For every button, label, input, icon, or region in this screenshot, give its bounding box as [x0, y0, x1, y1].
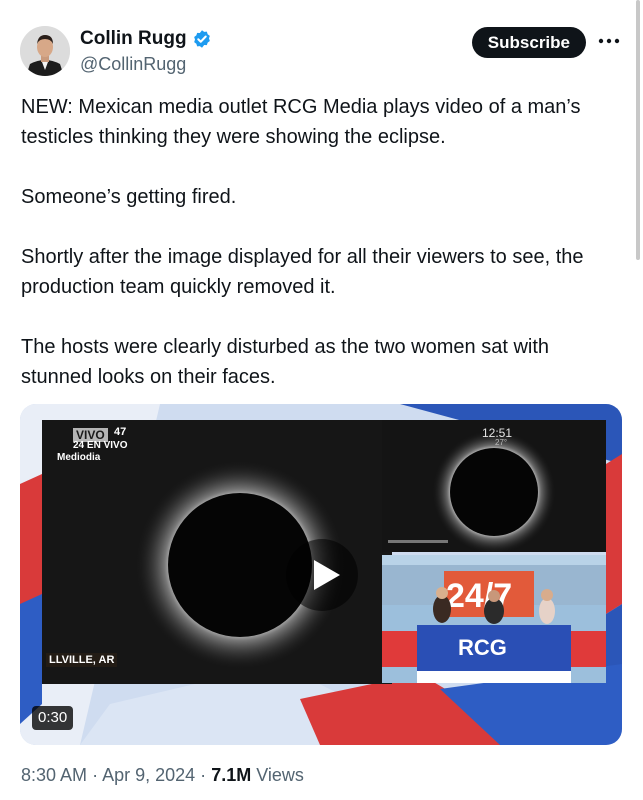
author-name[interactable]: Collin Rugg: [80, 28, 187, 50]
views-label: Views: [256, 765, 304, 785]
play-icon: [314, 560, 340, 590]
program-label: Mediodia: [57, 452, 101, 463]
tweet-time[interactable]: 8:30 AM: [21, 765, 87, 785]
author-handle[interactable]: @CollinRugg: [80, 54, 212, 75]
studio-feed: 24/7 RCG: [382, 555, 606, 683]
tweet-paragraph: Shortly after the image displayed for al…: [21, 246, 584, 298]
author-info: Collin Rugg @CollinRugg: [80, 26, 212, 75]
meta-separator: ·: [200, 765, 207, 785]
studio-logo: RCG: [458, 635, 507, 660]
tweet-text: NEW: Mexican media outlet RCG Media play…: [21, 92, 621, 392]
viewer-count: 47: [114, 426, 127, 438]
avatar[interactable]: [20, 26, 70, 76]
verified-badge-icon: [193, 30, 210, 48]
broadcast-temperature: 27°: [495, 438, 508, 447]
tweet-meta: 8:30 AM · Apr 9, 2024 · 7.1M Views: [21, 765, 304, 786]
name-row: Collin Rugg: [80, 26, 212, 52]
tweet-date[interactable]: Apr 9, 2024: [102, 765, 195, 785]
more-horizontal-icon[interactable]: [598, 35, 620, 47]
tweet-page: Collin Rugg @CollinRugg Subscribe NEW: M…: [0, 0, 643, 800]
scrollbar[interactable]: [636, 0, 640, 260]
subscribe-button[interactable]: Subscribe: [471, 27, 586, 58]
location-label: LLVILLE, AR: [46, 653, 118, 667]
eclipse-secondary-feed: 12:51 27°: [382, 420, 606, 552]
tweet-paragraph: The hosts were clearly disturbed as the …: [21, 336, 550, 388]
video-duration: 0:30: [32, 706, 74, 730]
live-badge: VIVO 47 24 EN VIVO: [66, 424, 146, 452]
video-player[interactable]: VIVO 47 24 EN VIVO Mediodia LLVILLE, AR: [20, 404, 622, 745]
views-count[interactable]: 7.1M: [211, 765, 251, 785]
tweet-paragraph: Someone’s getting fired.: [21, 186, 237, 208]
play-button[interactable]: [286, 539, 358, 611]
studio-image: 24/7 RCG: [382, 555, 606, 683]
meta-separator: ·: [92, 765, 99, 785]
tweet-header: Collin Rugg @CollinRugg Subscribe: [20, 24, 620, 78]
tweet-paragraph: NEW: Mexican media outlet RCG Media play…: [21, 96, 581, 148]
channel-label: 24 EN VIVO: [73, 440, 128, 451]
